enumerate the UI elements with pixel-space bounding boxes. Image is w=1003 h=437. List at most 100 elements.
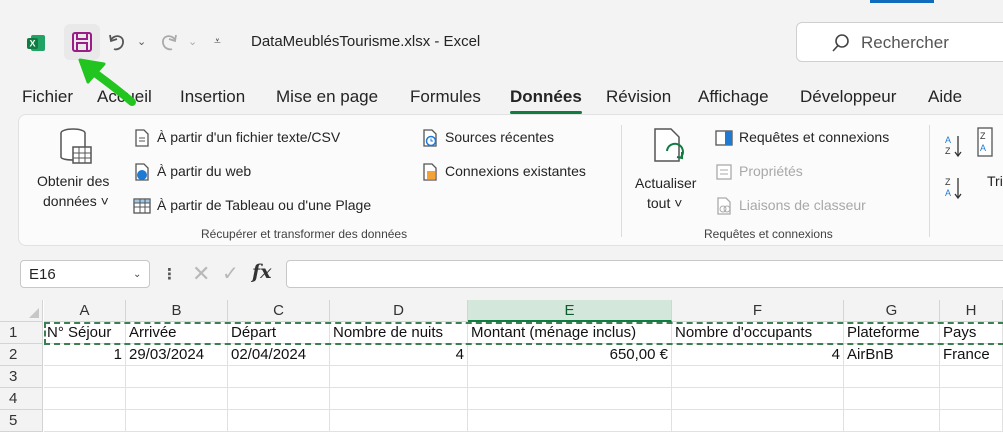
sort-za-button[interactable]: Z A: [945, 175, 965, 201]
tab-mise-en-page[interactable]: Mise en page: [276, 87, 378, 107]
queries-connections-button[interactable]: Requêtes et connexions: [713, 127, 913, 149]
column-header-a[interactable]: A: [44, 300, 126, 322]
cell-f4[interactable]: [672, 388, 844, 410]
cell-b3[interactable]: [126, 366, 228, 388]
cell-g3[interactable]: [844, 366, 940, 388]
cell-a2[interactable]: 1: [44, 344, 126, 366]
name-box-dropdown-icon[interactable]: ⌄: [133, 269, 141, 280]
from-table-button[interactable]: À partir de Tableau ou d'une Plage: [131, 195, 431, 217]
cell-g4[interactable]: [844, 388, 940, 410]
cell-d1[interactable]: Nombre de nuits: [330, 322, 468, 344]
row-header-5[interactable]: 5: [0, 410, 43, 432]
cell-a3[interactable]: [44, 366, 126, 388]
tab-developpeur[interactable]: Développeur: [800, 87, 896, 107]
cell-a4[interactable]: [44, 388, 126, 410]
row-header-1[interactable]: 1: [0, 322, 43, 344]
existing-connections-button[interactable]: Connexions existantes: [419, 161, 619, 183]
cell-f3[interactable]: [672, 366, 844, 388]
cell-c4[interactable]: [228, 388, 330, 410]
row-header-3[interactable]: 3: [0, 366, 43, 388]
search-box[interactable]: Rechercher: [796, 22, 1003, 62]
cell-e2[interactable]: 650,00 €: [468, 344, 672, 366]
get-data-button[interactable]: Obtenir des données ˅: [29, 127, 123, 227]
properties-button[interactable]: Propriétés: [713, 161, 833, 183]
cell-g5[interactable]: [844, 410, 940, 432]
workbook-links-label: Liaisons de classeur: [739, 197, 866, 213]
column-header-h[interactable]: H: [940, 300, 1003, 322]
column-header-f[interactable]: F: [672, 300, 844, 322]
tab-formules[interactable]: Formules: [410, 87, 481, 107]
cell-g2[interactable]: AirBnB: [844, 344, 940, 366]
tab-insertion[interactable]: Insertion: [180, 87, 245, 107]
tab-aide[interactable]: Aide: [928, 87, 962, 107]
sort-button[interactable]: Z A Tri: [973, 127, 1003, 207]
tab-donnees[interactable]: Données: [510, 87, 582, 114]
ribbon-separator-2: [929, 125, 930, 237]
more-options-icon[interactable]: ⋮: [162, 265, 177, 283]
cell-c2[interactable]: 02/04/2024: [228, 344, 330, 366]
select-all-corner[interactable]: [0, 300, 43, 322]
cell-b4[interactable]: [126, 388, 228, 410]
name-box[interactable]: E16 ⌄: [20, 260, 150, 288]
refresh-all-button[interactable]: Actualiser tout ˅: [631, 127, 707, 227]
from-text-csv-button[interactable]: À partir d'un fichier texte/CSV: [131, 127, 411, 149]
from-table-label: À partir de Tableau ou d'une Plage: [157, 197, 372, 213]
insert-function-icon[interactable]: fx: [252, 261, 272, 283]
row-header-4[interactable]: 4: [0, 388, 43, 410]
cell-e3[interactable]: [468, 366, 672, 388]
get-data-label-2: données ˅: [43, 193, 109, 209]
sort-az-button[interactable]: A Z: [945, 133, 965, 159]
formula-input[interactable]: [286, 260, 1003, 288]
redo-icon[interactable]: [158, 31, 180, 53]
cell-d3[interactable]: [330, 366, 468, 388]
cell-e5[interactable]: [468, 410, 672, 432]
column-header-b[interactable]: B: [126, 300, 228, 322]
enter-check-icon[interactable]: ✓: [222, 261, 239, 286]
cell-f5[interactable]: [672, 410, 844, 432]
svg-text:Z: Z: [980, 131, 986, 141]
column-header-g[interactable]: G: [844, 300, 940, 322]
cell-c5[interactable]: [228, 410, 330, 432]
column-header-e[interactable]: E: [468, 300, 672, 322]
cell-f1[interactable]: Nombre d'occupants: [672, 322, 844, 344]
cell-d5[interactable]: [330, 410, 468, 432]
from-web-button[interactable]: À partir du web: [131, 161, 291, 183]
column-header-c[interactable]: C: [228, 300, 330, 322]
redo-dropdown-icon[interactable]: ⌄: [188, 35, 197, 48]
customize-quick-access-icon[interactable]: ⩡: [214, 34, 221, 49]
cell-d2[interactable]: 4: [330, 344, 468, 366]
cell-a1[interactable]: N° Séjour: [44, 322, 126, 344]
tab-fichier[interactable]: Fichier: [22, 87, 73, 107]
cell-e1[interactable]: Montant (ménage inclus): [468, 322, 672, 344]
cell-g1[interactable]: Plateforme: [844, 322, 940, 344]
cell-e4[interactable]: [468, 388, 672, 410]
group-label-get-transform: Récupérer et transformer des données: [201, 227, 408, 241]
queries-connections-label: Requêtes et connexions: [739, 129, 890, 145]
recent-sources-icon: [423, 129, 437, 147]
cell-d4[interactable]: [330, 388, 468, 410]
cell-b1[interactable]: Arrivée: [126, 322, 228, 344]
cell-c1[interactable]: Départ: [228, 322, 330, 344]
cell-h2[interactable]: France: [940, 344, 1003, 366]
row-header-2[interactable]: 2: [0, 344, 43, 366]
web-page-icon: [135, 163, 149, 181]
cell-c3[interactable]: [228, 366, 330, 388]
cell-h4[interactable]: [940, 388, 1003, 410]
cell-a5[interactable]: [44, 410, 126, 432]
workbook-links-button[interactable]: Liaisons de classeur: [713, 195, 893, 217]
text-file-icon: [135, 129, 149, 147]
cancel-icon[interactable]: ✕: [192, 261, 210, 287]
group-label-queries: Requêtes et connexions: [704, 227, 833, 241]
tab-affichage[interactable]: Affichage: [698, 87, 769, 107]
undo-dropdown-icon[interactable]: ⌄: [137, 35, 146, 48]
cell-b2[interactable]: 29/03/2024: [126, 344, 228, 366]
cell-b5[interactable]: [126, 410, 228, 432]
column-header-d[interactable]: D: [330, 300, 468, 322]
cell-h5[interactable]: [940, 410, 1003, 432]
cell-h3[interactable]: [940, 366, 1003, 388]
cell-f2[interactable]: 4: [672, 344, 844, 366]
cell-h1[interactable]: Pays: [940, 322, 1003, 344]
recent-sources-button[interactable]: Sources récentes: [419, 127, 579, 149]
sort-dialog-icon: Z A: [977, 127, 993, 157]
tab-revision[interactable]: Révision: [606, 87, 671, 107]
